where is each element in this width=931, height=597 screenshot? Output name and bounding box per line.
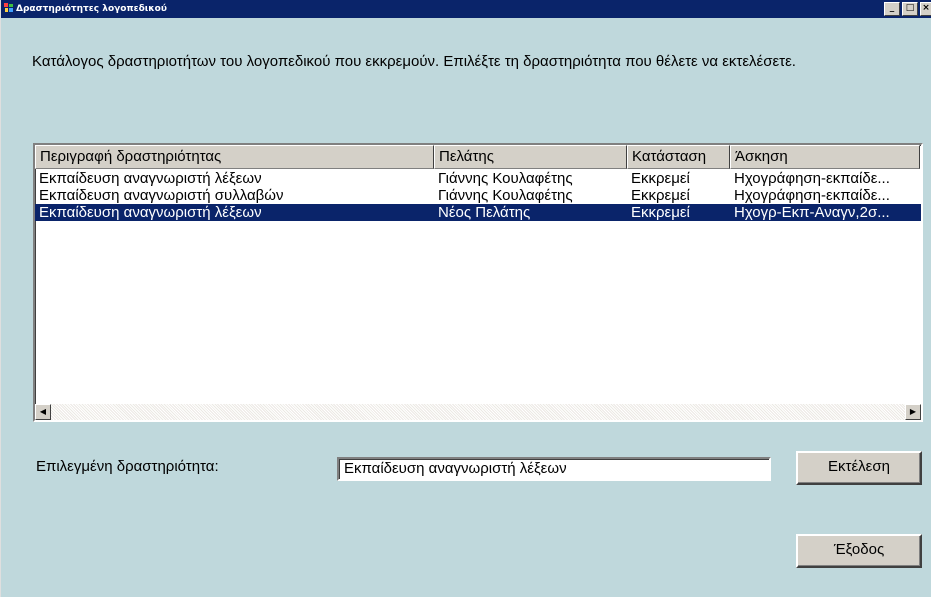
cell-exercise: Ηχογράφηση-εκπαίδε...	[734, 187, 890, 204]
list-header: Περιγραφή δραστηριότητας Πελάτης Κατάστα…	[35, 145, 921, 169]
exit-button[interactable]: Έξοδος	[796, 534, 922, 568]
cell-status: Εκκρεμεί	[631, 187, 690, 204]
window-title: Δραστηριότητες λογοπεδικού	[16, 4, 167, 14]
title-bar[interactable]: Δραστηριότητες λογοπεδικού _ □ ×	[1, 0, 931, 18]
cell-client: Γιάννης Κουλαφέτης	[438, 170, 573, 187]
cell-status: Εκκρεμεί	[631, 204, 690, 221]
list-row-selected[interactable]: Εκπαίδευση αναγνωριστή λέξεων Νέος Πελάτ…	[35, 204, 921, 221]
column-header-status[interactable]: Κατάσταση	[627, 145, 730, 169]
instruction-text: Κατάλογος δραστηριοτήτων του λογοπεδικού…	[32, 53, 796, 70]
cell-description: Εκπαίδευση αναγνωριστή λέξεων	[39, 204, 262, 221]
list-row[interactable]: Εκπαίδευση αναγνωριστή λέξεων Γιάννης Κο…	[35, 170, 921, 187]
minimize-button[interactable]: _	[884, 2, 900, 16]
close-button[interactable]: ×	[920, 2, 931, 16]
list-rows: Εκπαίδευση αναγνωριστή λέξεων Γιάννης Κο…	[35, 170, 921, 221]
column-header-exercise[interactable]: Άσκηση	[730, 145, 920, 169]
cell-description: Εκπαίδευση αναγνωριστή λέξεων	[39, 170, 262, 187]
column-header-client[interactable]: Πελάτης	[434, 145, 627, 169]
cell-exercise: Ηχογρ-Εκπ-Αναγν,2σ...	[734, 204, 890, 221]
cell-description: Εκπαίδευση αναγνωριστή συλλαβών	[39, 187, 284, 204]
app-window: Δραστηριότητες λογοπεδικού _ □ × Κατάλογ…	[0, 0, 931, 597]
cell-status: Εκκρεμεί	[631, 170, 690, 187]
run-button[interactable]: Εκτέλεση	[796, 451, 922, 485]
cell-client: Νέος Πελάτης	[438, 204, 531, 221]
app-icon	[4, 3, 13, 12]
cell-exercise: Ηχογράφηση-εκπαίδε...	[734, 170, 890, 187]
scroll-left-arrow-icon[interactable]: ◀	[35, 404, 51, 420]
window-controls: _ □ ×	[882, 2, 931, 16]
selected-activity-label: Επιλεγμένη δραστηριότητα:	[36, 458, 219, 475]
scroll-right-arrow-icon[interactable]: ▶	[905, 404, 921, 420]
column-header-description[interactable]: Περιγραφή δραστηριότητας	[35, 145, 434, 169]
activity-list[interactable]: Περιγραφή δραστηριότητας Πελάτης Κατάστα…	[33, 143, 923, 422]
cell-client: Γιάννης Κουλαφέτης	[438, 187, 573, 204]
selected-activity-field[interactable]: Εκπαίδευση αναγνωριστή λέξεων	[337, 457, 771, 481]
horizontal-scrollbar[interactable]: ◀ ▶	[35, 404, 921, 420]
list-row[interactable]: Εκπαίδευση αναγνωριστή συλλαβών Γιάννης …	[35, 187, 921, 204]
maximize-button[interactable]: □	[902, 2, 918, 16]
